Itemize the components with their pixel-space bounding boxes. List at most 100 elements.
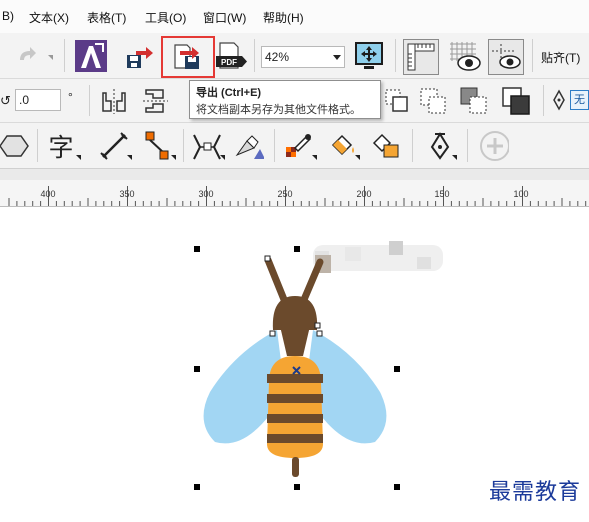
eyedropper-flyout-arrow[interactable] [312, 155, 317, 160]
zoom-level-value: 42% [265, 50, 290, 64]
connector-icon [145, 131, 169, 160]
intersect-button[interactable] [418, 86, 448, 116]
text-tool-button[interactable]: 字 [46, 131, 76, 162]
horizontal-ruler[interactable]: 400 350 300 250 200 150 100 [0, 180, 589, 207]
bee-illustration[interactable] [195, 252, 405, 492]
rulers-icon [407, 43, 435, 71]
front-minus-back-icon [502, 87, 530, 115]
hexagon-icon [0, 135, 29, 157]
separator [467, 129, 468, 162]
outline-width-select[interactable]: 无 [570, 90, 589, 110]
separator [532, 39, 533, 72]
guidelines-icon [492, 44, 521, 69]
blend-tool-button[interactable] [191, 131, 221, 161]
import-icon [127, 47, 153, 68]
pen-nib-icon [553, 89, 565, 111]
mirror-vertical-icon [143, 89, 168, 113]
selection-handle-top-left[interactable] [194, 246, 200, 252]
trim-button[interactable] [382, 86, 412, 116]
import-button[interactable] [124, 41, 154, 71]
polygon-tool-button[interactable] [0, 131, 30, 161]
separator [412, 129, 413, 162]
ruler-label: 250 [277, 189, 293, 199]
text-tool-glyph: 字 [48, 133, 74, 162]
ruler-label: 150 [434, 189, 450, 199]
outline-tool-button[interactable] [425, 131, 455, 161]
full-screen-icon [355, 42, 383, 69]
outline-flyout-arrow[interactable] [452, 155, 457, 160]
redo-dropdown-arrow[interactable] [48, 55, 53, 60]
blend-flyout-arrow[interactable] [220, 155, 225, 160]
mirror-horizontal-button[interactable] [99, 86, 129, 116]
transparency-tool-button[interactable] [234, 131, 264, 161]
pen-nib-icon [430, 132, 450, 160]
separator [543, 85, 544, 116]
connector-tool-button[interactable] [142, 131, 172, 161]
mirror-horizontal-icon [102, 89, 126, 114]
mirror-vertical-button[interactable] [140, 86, 170, 116]
selection-handle-bottom-center[interactable] [294, 484, 300, 490]
dimension-tool-button[interactable] [99, 131, 129, 161]
separator [183, 129, 184, 162]
color-eyedropper-button[interactable] [283, 131, 313, 161]
zoom-dropdown-arrow[interactable] [333, 55, 341, 60]
show-rulers-button[interactable] [403, 39, 439, 75]
selection-handle-bottom-left[interactable] [194, 484, 200, 490]
selection-handle-middle-left[interactable] [194, 366, 200, 372]
transparency-icon [235, 135, 264, 159]
outline-width-value: 无 [574, 94, 585, 106]
menu-item-layout[interactable]: B) [2, 9, 14, 23]
ruler-label: 350 [119, 189, 135, 199]
menu-item-table[interactable]: 表格(T) [87, 9, 126, 26]
watermark-text: 最需教育 [488, 480, 581, 505]
tooltip-title: 导出 (Ctrl+E) [196, 87, 262, 99]
toolbox-bar: 字 [0, 123, 589, 169]
outline-pen-button[interactable] [549, 87, 569, 113]
menu-item-window[interactable]: 窗口(W) [203, 9, 246, 26]
rotation-angle-input[interactable]: .0 [15, 89, 61, 111]
smart-fill-button[interactable] [370, 131, 400, 161]
separator [64, 39, 65, 72]
tooltip-description: 将文档副本另存为其他文件格式。 [196, 104, 361, 116]
intersect-icon [420, 88, 446, 114]
smart-fill-icon [372, 133, 399, 158]
export-tooltip: 导出 (Ctrl+E) 将文档副本另存为其他文件格式。 [189, 80, 381, 119]
show-guidelines-button[interactable] [488, 39, 524, 75]
connector-flyout-arrow[interactable] [171, 155, 176, 160]
menu-item-tools[interactable]: 工具(O) [145, 9, 186, 26]
interactive-fill-button[interactable] [327, 131, 357, 161]
menu-bar: B) 文本(X) 表格(T) 工具(O) 窗口(W) 帮助(H) [0, 0, 589, 34]
full-screen-preview-button[interactable] [352, 39, 386, 73]
export-button[interactable] [171, 41, 205, 71]
selection-handle-top-center[interactable] [294, 246, 300, 252]
snap-to-menu[interactable]: 贴齐(T) [541, 49, 580, 66]
eyedropper-icon [286, 134, 312, 157]
separator [395, 39, 396, 72]
selection-handle-middle-right[interactable] [394, 366, 400, 372]
ruler-label: 100 [513, 189, 529, 199]
ruler-label: 200 [356, 189, 372, 199]
dimension-flyout-arrow[interactable] [127, 155, 132, 160]
dimension-icon [100, 132, 128, 160]
simplify-icon [460, 87, 487, 114]
ruler-label: 400 [40, 189, 56, 199]
add-tool-button[interactable] [479, 131, 509, 161]
redo-button[interactable] [12, 40, 42, 70]
corel-connect-button[interactable] [74, 39, 108, 73]
redo-icon [20, 47, 36, 60]
standard-toolbar: PDF 42% 贴齐(T) [0, 33, 589, 79]
simplify-button[interactable] [459, 86, 489, 116]
front-minus-back-button[interactable] [500, 85, 534, 119]
show-grid-button[interactable] [446, 39, 482, 75]
menu-item-help[interactable]: 帮助(H) [263, 9, 304, 26]
menu-item-text[interactable]: 文本(X) [29, 9, 69, 26]
corel-logo-icon [75, 40, 107, 72]
separator [254, 39, 255, 72]
ruler-label: 300 [198, 189, 214, 199]
separator [37, 129, 38, 162]
text-tool-flyout-arrow[interactable] [76, 155, 81, 160]
fill-flyout-arrow[interactable] [355, 155, 360, 160]
separator [89, 85, 90, 116]
plus-circle-icon [480, 131, 509, 161]
selection-handle-bottom-right[interactable] [394, 484, 400, 490]
